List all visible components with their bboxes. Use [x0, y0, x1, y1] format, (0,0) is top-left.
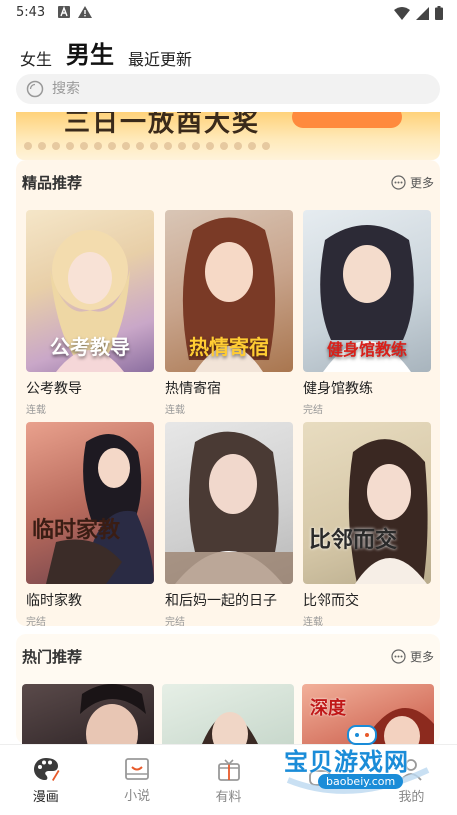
- nav-comics[interactable]: 漫画: [0, 745, 91, 815]
- comic-status: 连载: [303, 617, 323, 628]
- tab-female[interactable]: 女生: [20, 46, 52, 70]
- promo-banner[interactable]: 三日一放酉大奖: [16, 112, 440, 160]
- watermark-url: baobeiy.com: [318, 774, 404, 789]
- more-icon: [391, 175, 406, 190]
- comic-cover[interactable]: [165, 422, 293, 584]
- nav-label: 有料: [215, 789, 242, 805]
- comic-title[interactable]: 公考教导: [26, 378, 154, 398]
- wifi-icon: [394, 6, 410, 20]
- comic-title[interactable]: 健身馆教练: [303, 378, 431, 398]
- status-bar: 5:43: [0, 0, 457, 28]
- comic-cover[interactable]: 健身馆教练: [303, 210, 431, 372]
- comic-status: 完结: [303, 405, 323, 416]
- search-bar[interactable]: [16, 74, 440, 104]
- cover-title: 热情寄宿: [189, 335, 269, 359]
- comic-card[interactable]: 健身馆教练 健身馆教练 完结: [303, 210, 431, 416]
- more-label: 更多: [409, 176, 434, 190]
- comic-status: 连载: [26, 405, 46, 416]
- search-input[interactable]: [50, 80, 434, 98]
- category-tabs: 女生 男生 最近更新: [20, 36, 192, 70]
- cover-title: 比邻而交: [309, 527, 398, 553]
- comic-title[interactable]: 比邻而交: [303, 590, 431, 610]
- hot-comic-cover[interactable]: [162, 684, 294, 744]
- banner-text: 三日一放酉大奖: [64, 112, 261, 138]
- comic-cover[interactable]: 公考教导: [26, 210, 154, 372]
- banner-button: [292, 112, 402, 128]
- watermark-text: 宝贝游戏网: [284, 748, 409, 776]
- notification-a-icon: [58, 6, 70, 18]
- comic-cover[interactable]: 比邻而交: [303, 422, 431, 584]
- nav-novels[interactable]: 小说: [91, 745, 182, 815]
- tab-recent-updates[interactable]: 最近更新: [128, 46, 192, 70]
- comic-status: 连载: [165, 405, 185, 416]
- comic-card[interactable]: 公考教导 公考教导 连载: [26, 210, 154, 416]
- book-icon: [125, 757, 150, 780]
- hot-comic-cover[interactable]: [22, 684, 154, 744]
- gift-icon: [217, 758, 240, 781]
- section-title: 热门推荐: [22, 648, 83, 666]
- nav-label: 小说: [124, 788, 151, 804]
- section-title: 精品推荐: [22, 174, 83, 192]
- more-label: 更多: [409, 650, 434, 664]
- tab-male[interactable]: 男生: [66, 35, 114, 70]
- status-time: 5:43: [16, 5, 46, 20]
- signal-icon: [416, 6, 429, 20]
- featured-section: 精品推荐 更多 公考教导 公考教导 连载 热情寄宿 热情寄宿 连载 健身馆教练 …: [16, 160, 440, 628]
- featured-header: 精品推荐 更多: [22, 172, 434, 194]
- comic-cover[interactable]: 临时家教: [26, 422, 154, 584]
- hot-more-link[interactable]: 更多: [391, 648, 434, 665]
- nav-extras[interactable]: 有料: [183, 745, 274, 815]
- hot-header: 热门推荐 更多: [22, 646, 434, 668]
- nav-label: 漫画: [32, 789, 59, 805]
- more-icon: [391, 649, 406, 664]
- watermark: 宝贝游戏网 baobeiy.com: [282, 722, 432, 802]
- cover-title: 健身馆教练: [326, 340, 407, 359]
- comic-status: 完结: [165, 617, 185, 628]
- warning-icon: [78, 6, 92, 18]
- banner-decoration: [24, 142, 270, 150]
- battery-icon: [435, 6, 443, 20]
- cover-title: 临时家教: [32, 517, 121, 543]
- featured-more-link[interactable]: 更多: [391, 174, 434, 191]
- comic-status: 完结: [26, 617, 46, 628]
- palette-icon: [33, 757, 60, 781]
- search-icon: [26, 80, 44, 98]
- comic-card[interactable]: 热情寄宿 热情寄宿 连载: [165, 210, 293, 416]
- comic-card[interactable]: 和后妈一起的日子 完结: [165, 422, 293, 628]
- comic-title[interactable]: 热情寄宿: [165, 378, 293, 398]
- comic-card[interactable]: 临时家教 临时家教 完结: [26, 422, 154, 628]
- comic-title[interactable]: 和后妈一起的日子: [165, 590, 293, 610]
- comic-title[interactable]: 临时家教: [26, 590, 154, 610]
- cover-title: 公考教导: [50, 335, 130, 359]
- comic-cover[interactable]: 热情寄宿: [165, 210, 293, 372]
- comic-card[interactable]: 比邻而交 比邻而交 连载: [303, 422, 431, 628]
- hot-cover-title: 深度: [310, 698, 346, 719]
